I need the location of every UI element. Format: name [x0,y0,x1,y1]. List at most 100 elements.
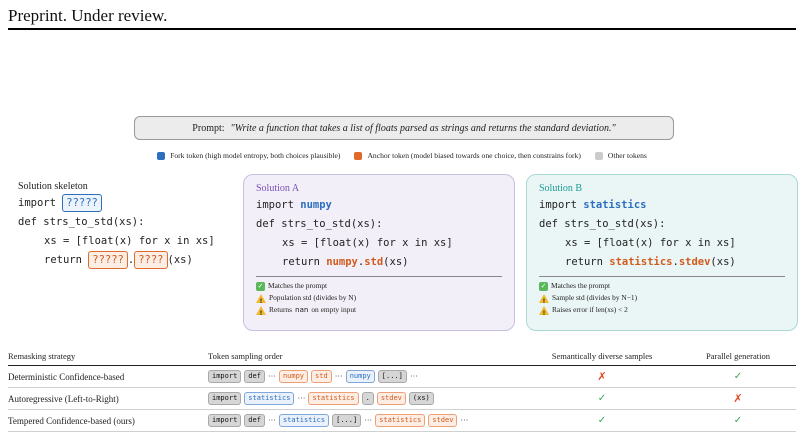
note-item: ✓ Matches the prompt [256,280,502,292]
fork-token: numpy [345,370,375,383]
solution-b-line-return: return statistics.stdev(xs) [539,253,785,272]
note-item: Sample std (divides by N−1) [539,292,785,307]
column-header: Semantically diverse samples [551,350,653,361]
solution-b-title: Solution B [539,183,583,194]
header-rule [8,28,796,30]
check-icon: ✓ [597,393,607,404]
note-text: Matches the prompt [551,281,611,290]
fork-token: statistics [278,414,330,427]
fork-slot: ????? [62,194,102,212]
cross-icon: ✗ [597,370,607,383]
strategy-name: Autoregressive (Left-to-Right) [8,393,119,404]
other-token: import [208,370,242,383]
divider [539,276,785,277]
token-order: import def ··· statistics [...] ··· statistics… [208,414,468,427]
solution-b-line-import: import statistics [539,196,785,215]
ellipsis: ··· [267,372,276,381]
skeleton-line-return: return ?????.???? (xs) [18,251,215,270]
solution-a-line-import: import numpy [256,196,502,215]
ellipsis: ··· [297,394,306,403]
solution-a-line-return: return numpy.std(xs) [256,253,502,272]
method-slot: ???? [134,251,168,269]
prompt-box: Prompt: "Write a function that takes a l… [134,116,674,140]
note-text: Raises error if len(xs) < 2 [552,305,628,314]
column-header: Parallel generation [706,350,770,361]
token-order: import statistics ··· statistics. stdev (xs) [208,392,434,405]
anchor-slot: ????? [88,251,128,269]
solution-a-line-def: def strs_to_std(xs): [256,218,383,230]
warning-icon [539,305,549,319]
ellipsis: ··· [460,416,469,425]
note-item: Returns nan on empty input [256,304,502,319]
anchor-token: std [311,370,332,383]
strategy-name: Deterministic Confidence-based [8,371,125,382]
anchor-token: stdev [428,414,458,427]
note-text: on empty input [311,305,357,314]
note-item: ✓ Matches the prompt [539,280,785,292]
other-token: def [244,414,265,427]
legend: Fork token (high model entropy, both cho… [0,151,804,160]
warning-icon [256,293,266,307]
other-token: import [208,414,242,427]
token-order: import def ··· numpy std ··· numpy [...] ··· [208,370,418,383]
module-name: numpy [300,199,332,211]
return-keyword: return [282,256,320,268]
running-header: Preprint. Under review. [8,6,168,25]
call-args: (xs) [710,256,736,268]
legend-item-other: Other tokens [594,151,647,160]
column-header: Token sampling order [208,350,283,361]
check-icon: ✓ [256,281,265,291]
solution-skeleton: Solution skeleton import ????? def strs_… [18,181,215,270]
note-text: Returns [269,305,292,314]
warning-icon [256,305,266,319]
table-body: Deterministic Confidence-based import def ·… [8,366,796,432]
divider [256,276,502,277]
note-code: nan [295,305,309,314]
table-row: Deterministic Confidence-based import def ·… [8,366,796,388]
table-header-row: Remasking strategy Token sampling order … [8,346,796,366]
other-token: [...] [377,370,407,383]
warning-icon [539,293,549,307]
call-args: (xs) [383,256,409,268]
return-keyword: return [44,254,82,266]
solution-a-card: Solution A import numpy def strs_to_std(… [243,174,515,331]
legend-label-anchor: Anchor token (model biased towards one c… [367,151,581,160]
call-args: (xs) [167,254,193,266]
return-keyword: return [565,256,603,268]
solution-b-card: Solution B import statistics def strs_to… [526,174,798,331]
prompt-label: Prompt: [192,122,225,134]
solution-b-line-def: def strs_to_std(xs): [539,218,666,230]
fork-token: statistics [244,392,295,405]
table-row: Tempered Confidence-based (ours) import de… [8,410,796,432]
other-token: import [208,392,242,405]
note-text: Sample std (divides by N−1) [552,293,638,302]
note-item: Raises error if len(xs) < 2 [539,304,785,319]
other-swatch-icon [594,151,603,160]
cross-icon: ✗ [733,392,743,405]
ellipsis: ··· [364,416,373,425]
call-module: statistics [609,256,673,268]
check-icon: ✓ [733,415,743,426]
legend-item-fork: Fork token (high model entropy, both cho… [157,151,340,160]
ellipsis: ··· [267,416,276,425]
note-item: Population std (divides by N) [256,292,502,307]
check-icon: ✓ [733,371,743,382]
skeleton-line-import: import ????? [18,194,215,213]
legend-item-anchor: Anchor token (model biased towards one c… [354,151,581,160]
check-icon: ✓ [597,415,607,426]
skeleton-line-xs: xs = [float(x) for x in xs] [44,235,215,247]
other-token: (xs) [408,392,434,405]
other-token: [...] [332,414,362,427]
other-token: . [361,392,374,405]
solution-b-line-xs: xs = [float(x) for x in xs] [565,237,736,249]
skeleton-line-def: def strs_to_std(xs): [18,216,145,228]
anchor-token: statistics [308,392,359,405]
call-module: numpy [326,256,358,268]
anchor-token: numpy [278,370,309,383]
ellipsis: ··· [334,372,343,381]
note-text: Population std (divides by N) [269,293,357,302]
anchor-token: stdev [376,392,406,405]
solution-a-line-xs: xs = [float(x) for x in xs] [282,237,453,249]
other-token: def [244,370,265,383]
check-icon: ✓ [539,281,548,291]
